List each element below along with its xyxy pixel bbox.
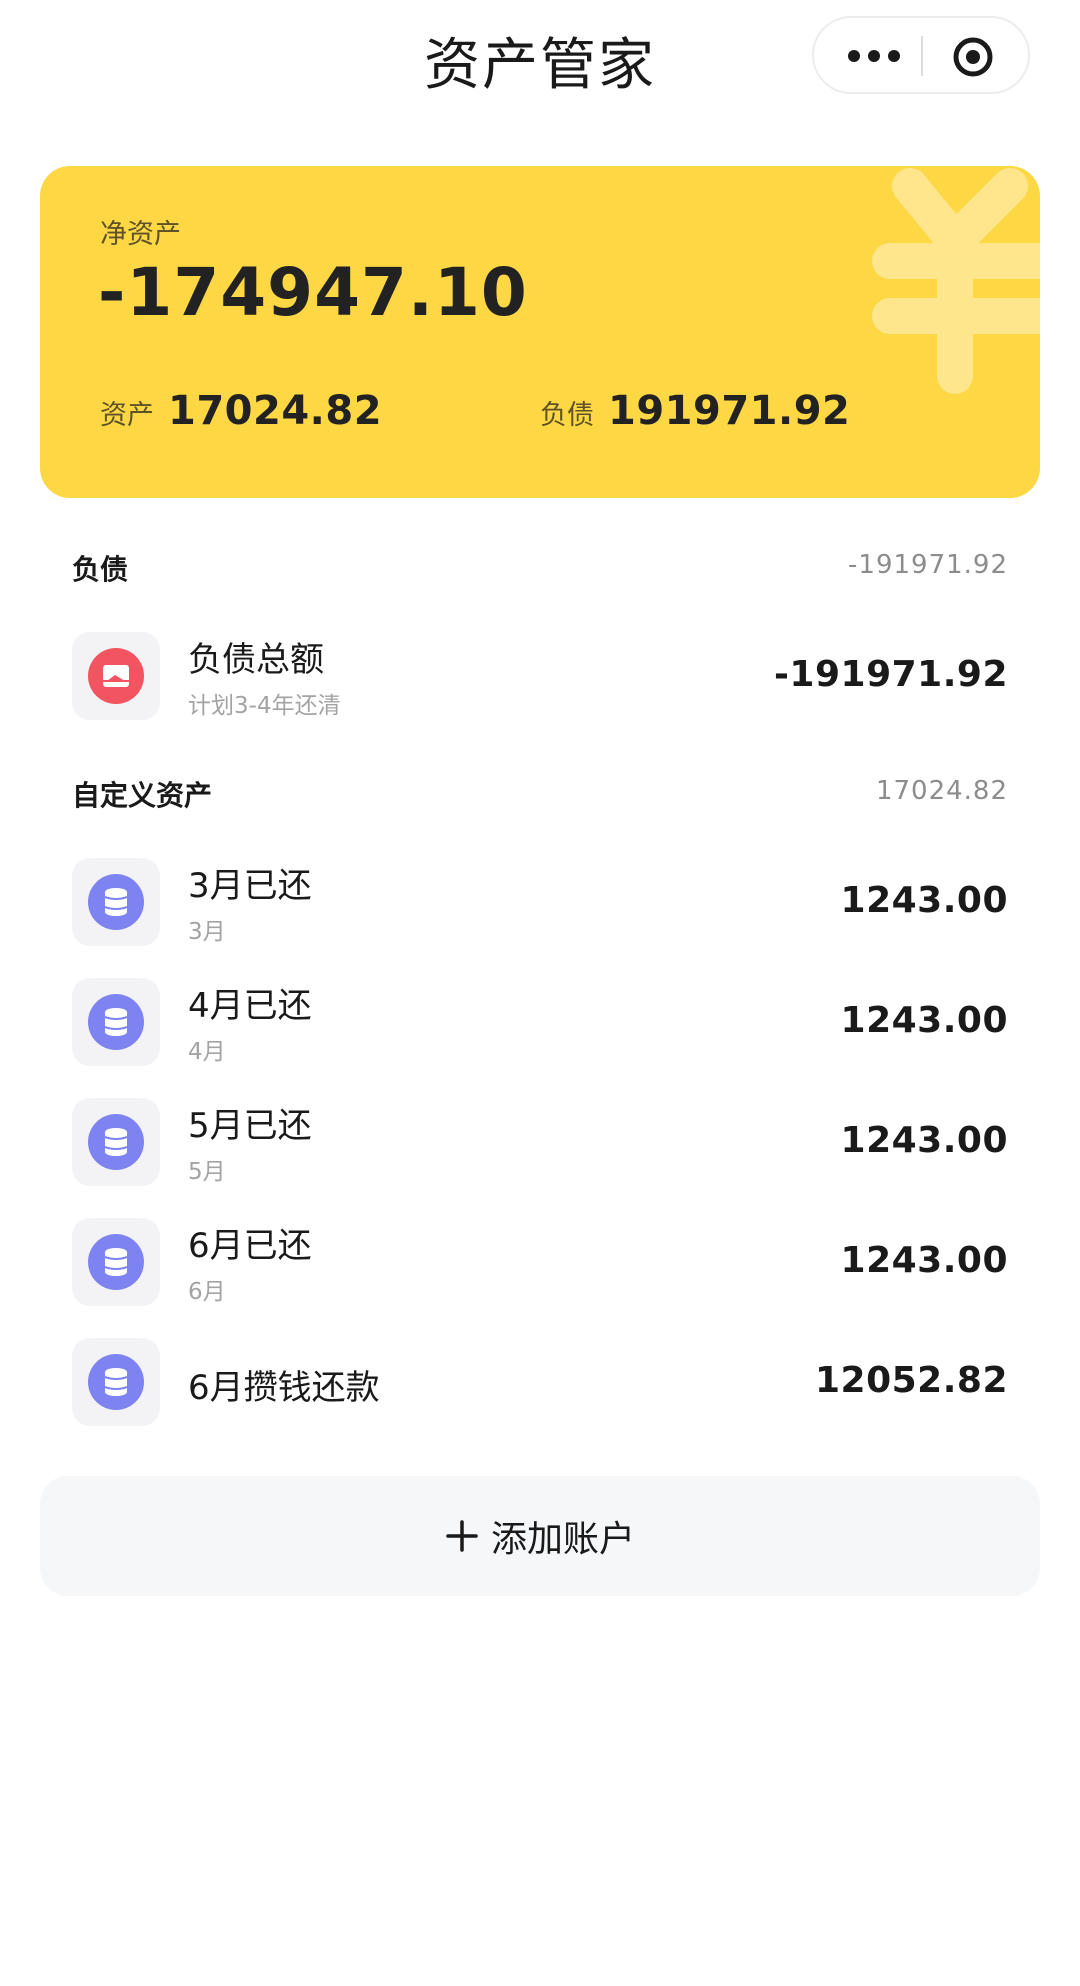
section-title: 自定义资产 [72,779,213,812]
account-icon-box [72,1218,160,1306]
coins-icon [88,994,144,1050]
liabilities-section-header: 负债 -191971.92 [72,548,1008,588]
net-assets-label: 净资产 [100,219,181,250]
account-title: 5月已还 [188,1106,312,1146]
liabilities-value: 191971.92 [608,388,851,434]
account-subtitle: 5月 [188,1159,226,1185]
liabilities-label: 负债 [540,400,594,431]
account-row-april[interactable]: 4月已还 4月 1243.00 [72,978,1008,1066]
net-assets-value: -174947.10 [98,254,528,331]
account-icon-box [72,978,160,1066]
account-row-total-debt[interactable]: 负债总额 计划3-4年还清 -191971.92 [72,632,1008,720]
net-worth-card: 净资产 -174947.10 资产 17024.82 负债 191971.92 [40,166,1040,498]
account-title: 6月攒钱还款 [188,1368,380,1408]
capsule-divider [921,36,923,76]
assets-value: 17024.82 [168,388,383,434]
account-title: 负债总额 [188,640,324,680]
account-icon-box [72,1098,160,1186]
section-total: 17024.82 [875,776,1008,806]
assets-summary: 资产 17024.82 [100,388,382,434]
account-row-may[interactable]: 5月已还 5月 1243.00 [72,1098,1008,1186]
assets-label: 资产 [100,400,154,431]
mini-program-capsule [812,16,1030,94]
section-total: -191971.92 [848,550,1008,580]
account-amount: 1243.00 [840,1240,1008,1281]
account-title: 3月已还 [188,866,312,906]
account-amount: -191971.92 [773,654,1008,695]
add-account-label: 添加账户 [490,1519,635,1560]
account-row-march[interactable]: 3月已还 3月 1243.00 [72,858,1008,946]
account-icon-box [72,1338,160,1426]
custom-assets-section-header: 自定义资产 17024.82 [72,774,1008,814]
section-title: 负债 [72,553,129,586]
close-target-icon[interactable] [952,36,994,78]
coins-icon [88,874,144,930]
account-icon-box [72,858,160,946]
add-account-button[interactable]: 添加账户 [40,1476,1040,1596]
account-amount: 1243.00 [840,1120,1008,1161]
liabilities-summary: 负债 191971.92 [540,388,850,434]
account-amount: 1243.00 [840,1000,1008,1041]
coins-icon [88,1114,144,1170]
yen-watermark-icon [872,168,1040,394]
debt-card-icon [88,648,144,704]
coins-icon [88,1354,144,1410]
more-icon[interactable] [844,36,904,76]
account-title: 4月已还 [188,986,312,1026]
navigation-bar: 资产管家 [0,0,1080,116]
account-subtitle: 4月 [188,1039,226,1065]
account-row-june[interactable]: 6月已还 6月 1243.00 [72,1218,1008,1306]
account-amount: 12052.82 [814,1360,1008,1401]
coins-icon [88,1234,144,1290]
account-title: 6月已还 [188,1226,312,1266]
account-row-june-savings[interactable]: 6月攒钱还款 12052.82 [72,1338,1008,1426]
account-subtitle: 3月 [188,919,226,945]
account-subtitle: 计划3-4年还清 [188,693,341,719]
account-amount: 1243.00 [840,880,1008,921]
account-icon-box [72,632,160,720]
account-subtitle: 6月 [188,1279,226,1305]
plus-icon [446,1520,478,1552]
